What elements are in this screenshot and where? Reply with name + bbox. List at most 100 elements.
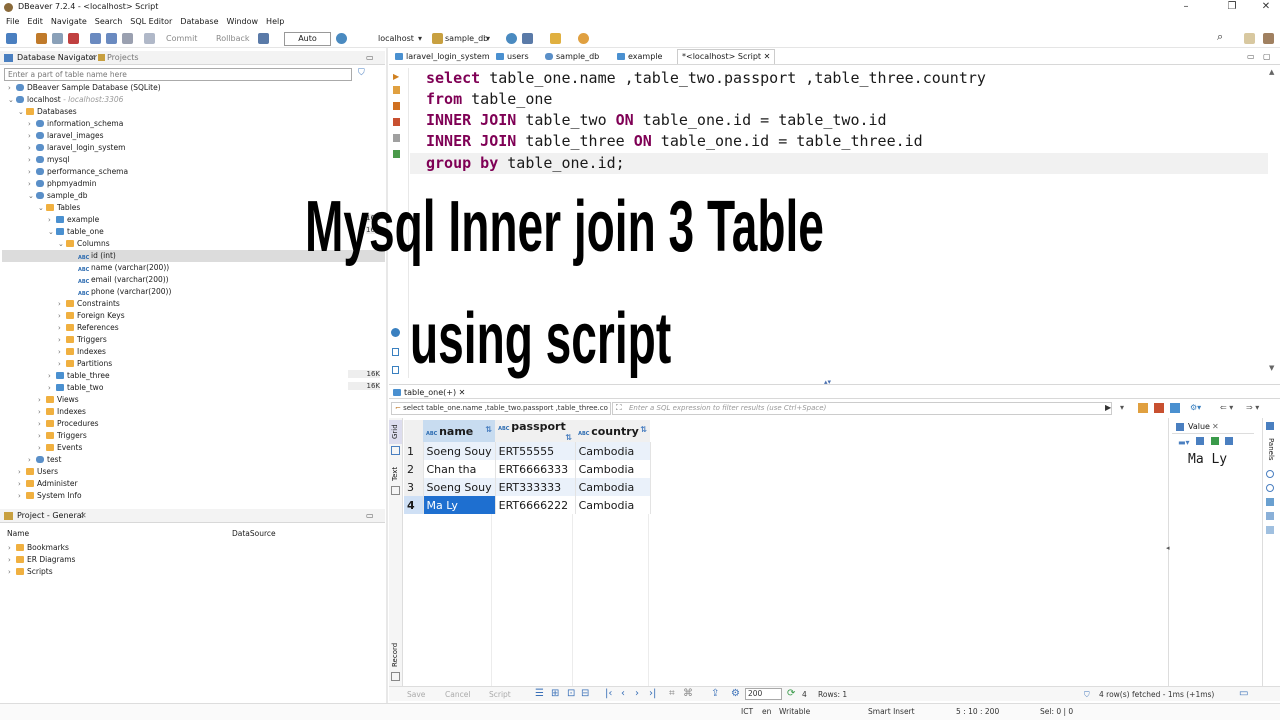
tab-panels[interactable]: Panels: [1265, 434, 1276, 464]
minimize-icon[interactable]: ▭: [1247, 50, 1255, 63]
table-row[interactable]: 1 Soeng Souy ERT55555 Cambodia: [404, 442, 651, 460]
open-script-icon[interactable]: [122, 33, 133, 44]
tab-results[interactable]: table_one(+) ✕: [393, 386, 465, 399]
results-filter-input[interactable]: Enter a SQL expression to filter results…: [612, 402, 1112, 415]
tree-item[interactable]: › test: [28, 454, 61, 466]
fetch-size-input[interactable]: 200: [745, 688, 782, 700]
cell-country[interactable]: Cambodia: [575, 460, 651, 478]
minimize-icon[interactable]: ▭: [366, 51, 374, 64]
tab-sample-db[interactable]: sample_db: [545, 50, 599, 63]
close-icon[interactable]: ✕: [89, 51, 96, 64]
execute-statement-icon[interactable]: ▶: [393, 72, 399, 81]
copy-row-icon[interactable]: ⊡: [567, 688, 575, 699]
tab-value[interactable]: Value: [1188, 420, 1210, 433]
table-row[interactable]: 2 Chan tha ERT6666333 Cambodia: [404, 460, 651, 478]
tools-icon[interactable]: [550, 33, 561, 44]
table-filter-input[interactable]: Enter a part of table name here: [4, 68, 352, 81]
fetch-all-icon[interactable]: ⌘: [683, 688, 693, 699]
tree-item[interactable]: › Events: [38, 442, 82, 454]
tab-text[interactable]: Text: [389, 462, 402, 486]
cell-name-selected[interactable]: Ma Ly: [423, 496, 496, 514]
refresh-icon[interactable]: ⟳: [787, 688, 795, 699]
new-connection-icon[interactable]: [6, 33, 17, 44]
active-database-select[interactable]: sample_db: [445, 33, 488, 45]
tab-example[interactable]: example: [617, 50, 662, 63]
tree-item[interactable]: › Triggers: [38, 430, 87, 442]
tree-item[interactable]: ⌄ table_one: [48, 226, 104, 238]
tree-item[interactable]: › phpmyadmin: [28, 178, 97, 190]
tree-item[interactable]: ⌄ sample_db: [28, 190, 88, 202]
menu-window[interactable]: Window: [227, 15, 259, 28]
tab-users[interactable]: users: [496, 50, 529, 63]
apply-filter-icon[interactable]: ▶: [1105, 403, 1111, 412]
close-icon[interactable]: ✕: [459, 388, 466, 397]
tree-item[interactable]: › Indexes: [38, 406, 86, 418]
settings-gear-icon[interactable]: ⚙: [731, 688, 740, 699]
cell-country[interactable]: Cambodia: [575, 478, 651, 496]
menu-edit[interactable]: Edit: [27, 15, 43, 28]
format-icon[interactable]: [393, 150, 400, 158]
menu-sql-editor[interactable]: SQL Editor: [130, 15, 172, 28]
table-row[interactable]: 3 Soeng Souy ERT333333 Cambodia: [404, 478, 651, 496]
sort-icon[interactable]: ⇅: [565, 433, 572, 442]
panel-splitter[interactable]: [386, 48, 388, 704]
tree-item[interactable]: › table_three: [48, 370, 110, 382]
menu-help[interactable]: Help: [266, 15, 284, 28]
save-filter-icon[interactable]: [1138, 403, 1148, 413]
menu-database[interactable]: Database: [180, 15, 218, 28]
first-page-icon[interactable]: |‹: [605, 688, 612, 699]
minimize-icon[interactable]: –: [1176, 1, 1196, 12]
sort-icon[interactable]: ⇅: [640, 425, 647, 434]
cell-country[interactable]: Cambodia: [575, 442, 651, 460]
settings-gear-icon[interactable]: ⚙▾: [1190, 403, 1201, 412]
column-header-country[interactable]: ABC country ⇅: [575, 420, 650, 442]
close-icon[interactable]: ✕: [80, 509, 87, 522]
close-icon[interactable]: ✕: [1212, 420, 1219, 433]
dbeaver-perspective-icon[interactable]: [1263, 33, 1274, 44]
save-icon[interactable]: [1196, 437, 1205, 445]
commit-button[interactable]: Commit: [166, 33, 197, 45]
cell-passport[interactable]: ERT6666333: [495, 460, 576, 478]
tree-item[interactable]: › mysql: [28, 154, 70, 166]
tree-item[interactable]: › DBeaver Sample Database (SQLite): [8, 82, 161, 94]
metadata-icon[interactable]: [1266, 470, 1274, 478]
menu-file[interactable]: File: [6, 15, 19, 28]
cell-name[interactable]: Soeng Souy: [423, 442, 496, 460]
tab-database-navigator[interactable]: Database Navigator: [17, 51, 97, 64]
tree-item[interactable]: ⌄ Tables: [38, 202, 80, 214]
tree-item[interactable]: › System Info: [18, 490, 82, 502]
tab-laravel-login-system[interactable]: laravel_login_system: [395, 50, 490, 63]
tree-item[interactable]: › Partitions: [58, 358, 112, 370]
scroll-up-icon[interactable]: ▲: [1269, 68, 1277, 78]
tree-item[interactable]: › Administer: [18, 478, 78, 490]
cell-country[interactable]: Cambodia: [575, 496, 651, 514]
tree-item[interactable]: ⌄ Databases: [18, 106, 77, 118]
tree-item[interactable]: ABC email (varchar(200)): [78, 274, 169, 286]
tree-item[interactable]: › ER Diagrams: [8, 554, 75, 566]
explain-plan-icon[interactable]: [393, 102, 400, 110]
new-file-icon[interactable]: [392, 348, 399, 356]
fetch-more-icon[interactable]: ⌗: [669, 688, 675, 699]
tree-item[interactable]: › Views: [38, 394, 79, 406]
navigate-back-icon[interactable]: ⇐ ▾: [1220, 403, 1233, 412]
rollback-button[interactable]: Rollback: [216, 33, 250, 45]
tree-item[interactable]: › laravel_images: [28, 130, 104, 142]
tree-item[interactable]: ABC phone (varchar(200)): [78, 286, 171, 298]
navigate-forward-icon[interactable]: ⇒ ▾: [1246, 403, 1259, 412]
open-file-icon[interactable]: [392, 366, 399, 374]
collapse-arrow-icon[interactable]: ◂: [1166, 544, 1170, 552]
tab-projects[interactable]: Projects: [107, 51, 139, 64]
table-row[interactable]: 4 Ma Ly ERT6666222 Cambodia: [404, 496, 651, 514]
tree-item[interactable]: › Bookmarks: [8, 542, 69, 554]
tree-item[interactable]: › References: [58, 322, 119, 334]
transaction-mode-icon[interactable]: [144, 33, 155, 44]
transaction-mode-select[interactable]: Auto: [284, 32, 331, 46]
load-plan-icon[interactable]: [393, 118, 400, 126]
new-script-icon[interactable]: [106, 33, 117, 44]
tab-localhost-script[interactable]: *<localhost> Script ✕: [677, 49, 776, 64]
transaction-log-icon[interactable]: [258, 33, 269, 44]
cell-passport[interactable]: ERT6666222: [495, 496, 576, 514]
search-icon[interactable]: ⌕: [1217, 31, 1223, 43]
tree-item[interactable]: ABC name (varchar(200)): [78, 262, 169, 274]
apply-icon[interactable]: [1210, 437, 1219, 445]
